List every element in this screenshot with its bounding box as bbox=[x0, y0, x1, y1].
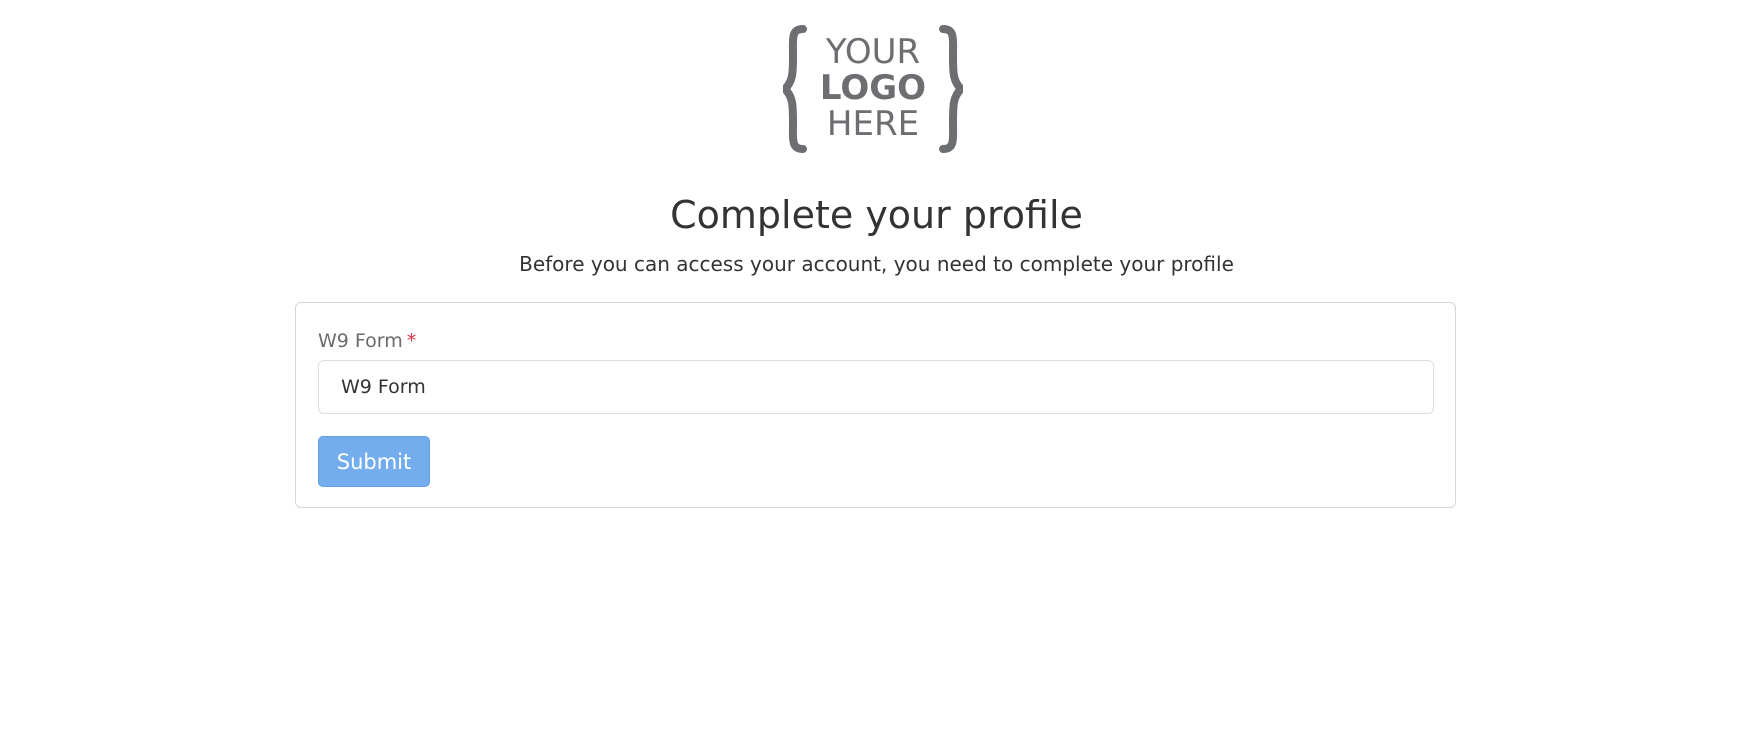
submit-button[interactable]: Submit bbox=[318, 436, 430, 487]
page-title: Complete your profile bbox=[670, 193, 1083, 237]
logo-line-2: LOGO bbox=[820, 68, 926, 108]
logo-line-1: YOUR bbox=[825, 32, 920, 72]
page: YOUR LOGO HERE Complete your profile Bef… bbox=[0, 0, 1753, 754]
w9-form-input[interactable] bbox=[318, 360, 1434, 414]
required-marker: * bbox=[406, 330, 417, 352]
w9-form-label: W9 Form * bbox=[318, 327, 416, 355]
logo-line-3: HERE bbox=[827, 104, 919, 144]
page-subtitle: Before you can access your account, you … bbox=[519, 252, 1234, 276]
w9-form-label-text: W9 Form bbox=[318, 330, 403, 352]
profile-form-card: W9 Form* Submit bbox=[295, 302, 1456, 508]
company-logo: YOUR LOGO HERE bbox=[783, 25, 963, 153]
